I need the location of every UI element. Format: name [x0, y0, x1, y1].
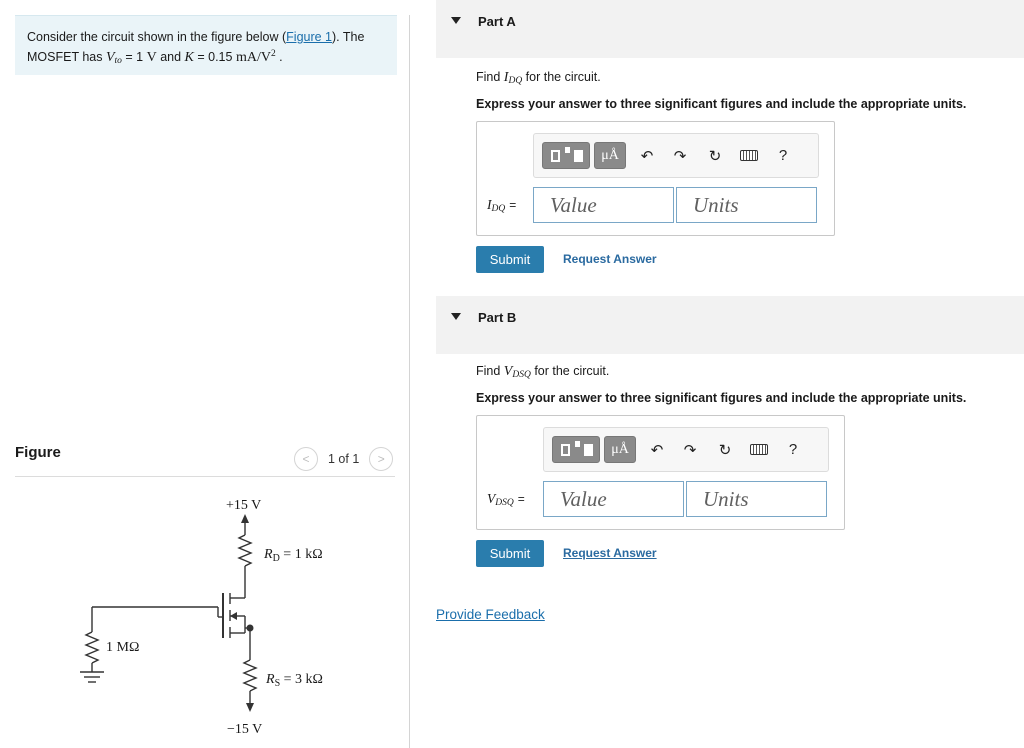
templates-icon: [561, 444, 570, 456]
part-b-value-input[interactable]: [543, 481, 684, 517]
units-button[interactable]: μÅ: [594, 142, 626, 169]
part-a-instructions: Express your answer to three significant…: [476, 97, 967, 111]
circuit-diagram: +15 V RD = 1 kΩ 1 MΩ RS = 3 kΩ −15 V: [80, 498, 323, 737]
figure-pager: < 1 of 1 >: [294, 447, 394, 471]
circuit-wires: [80, 514, 258, 712]
period: .: [275, 50, 283, 64]
vss-label: −15 V: [227, 722, 262, 737]
part-a-toolbar: μÅ ↶ ↷ ↻ ?: [533, 133, 819, 178]
templates-icon: [551, 150, 560, 162]
find-text: Find: [476, 70, 504, 84]
k-unit: mA/V: [235, 50, 271, 65]
column-divider: [409, 15, 410, 748]
templates-button[interactable]: [552, 436, 600, 463]
part-a-submit-button[interactable]: Submit: [476, 246, 544, 273]
templates-icon-part: [575, 441, 580, 447]
label-var: V: [487, 491, 496, 506]
vdsq-input-label: VDSQ =: [487, 491, 525, 508]
prev-figure-button[interactable]: <: [294, 447, 318, 471]
vto-value: = 1: [121, 50, 147, 64]
keyboard-icon: [750, 444, 768, 455]
part-a-title: Part A: [478, 14, 516, 29]
vto-subscript: to: [114, 56, 122, 66]
part-a-header[interactable]: Part A: [436, 0, 1024, 58]
collapse-caret-icon[interactable]: [451, 313, 461, 320]
keyboard-icon: [740, 150, 758, 161]
part-b-answer-box: μÅ ↶ ↷ ↻ ? VDSQ =: [476, 415, 845, 530]
vss-arrow: [246, 703, 254, 712]
label-eq: =: [509, 198, 517, 212]
ground-symbol: [80, 671, 104, 683]
source-node: [246, 624, 254, 632]
rd-label: RD = 1 kΩ: [263, 547, 323, 564]
keyboard-button[interactable]: [746, 436, 772, 463]
label-sub: DSQ: [495, 498, 514, 508]
idq-subscript: DQ: [508, 76, 523, 86]
templates-icon-part: [584, 444, 593, 456]
part-b-units-input[interactable]: [686, 481, 827, 517]
templates-button[interactable]: [542, 142, 590, 169]
templates-icon-part: [574, 150, 583, 162]
problem-statement: Consider the circuit shown in the figure…: [15, 15, 397, 75]
find-suffix: for the circuit.: [530, 364, 610, 378]
label-sub: DQ: [491, 204, 506, 214]
provide-feedback-link[interactable]: Provide Feedback: [436, 607, 545, 622]
rd-resistor: [237, 534, 253, 567]
part-b-title: Part B: [478, 310, 517, 325]
k-variable: K: [184, 50, 194, 65]
rs-label: RS = 3 kΩ: [265, 672, 323, 689]
part-b-submit-button[interactable]: Submit: [476, 540, 544, 567]
vto-variable: V: [105, 50, 115, 65]
vdd-label: +15 V: [226, 498, 261, 513]
figure-page-count: 1 of 1: [328, 452, 360, 466]
part-b-request-answer-link[interactable]: Request Answer: [563, 546, 657, 560]
templates-icon-part: [565, 147, 570, 153]
next-figure-button[interactable]: >: [369, 447, 394, 471]
part-a-units-input[interactable]: [676, 187, 817, 223]
part-b-instructions: Express your answer to three significant…: [476, 391, 967, 405]
part-b-toolbar: μÅ ↶ ↷ ↻ ?: [543, 427, 829, 472]
vdsq-subscript: DSQ: [512, 370, 531, 380]
rg-resistor: [84, 631, 100, 664]
problem-text: Consider the circuit shown in the figure…: [27, 30, 287, 44]
undo-icon[interactable]: ↶: [646, 436, 668, 463]
reset-icon[interactable]: ↻: [704, 142, 726, 169]
redo-icon[interactable]: ↷: [679, 436, 701, 463]
collapse-caret-icon[interactable]: [451, 17, 461, 24]
help-icon[interactable]: ?: [782, 436, 804, 463]
part-a-request-answer-link[interactable]: Request Answer: [563, 252, 657, 266]
help-icon[interactable]: ?: [772, 142, 794, 169]
figure-link[interactable]: Figure 1: [286, 30, 332, 44]
label-eq: =: [517, 492, 525, 506]
figure-title: Figure: [15, 444, 61, 461]
keyboard-button[interactable]: [736, 142, 762, 169]
part-b-header[interactable]: Part B: [436, 296, 1024, 354]
find-text: Find: [476, 364, 504, 378]
units-button[interactable]: μÅ: [604, 436, 636, 463]
rs-resistor: [242, 659, 258, 692]
rg-label: 1 MΩ: [106, 640, 139, 655]
mosfet-symbol: [222, 593, 250, 638]
part-a-value-input[interactable]: [533, 187, 674, 223]
vdd-arrow: [241, 514, 249, 523]
part-a-answer-box: μÅ ↶ ↷ ↻ ? IDQ =: [476, 121, 835, 236]
idq-input-label: IDQ =: [487, 197, 516, 214]
undo-icon[interactable]: ↶: [636, 142, 658, 169]
k-value: = 0.15: [193, 50, 236, 64]
and-text: and: [156, 50, 185, 64]
find-suffix: for the circuit.: [522, 70, 601, 84]
figure-divider: [15, 476, 395, 477]
vto-unit: V: [146, 50, 157, 65]
reset-icon[interactable]: ↻: [714, 436, 736, 463]
part-a-question: Find IDQ for the circuit.: [476, 70, 601, 86]
redo-icon[interactable]: ↷: [669, 142, 691, 169]
part-b-question: Find VDSQ for the circuit.: [476, 364, 609, 380]
